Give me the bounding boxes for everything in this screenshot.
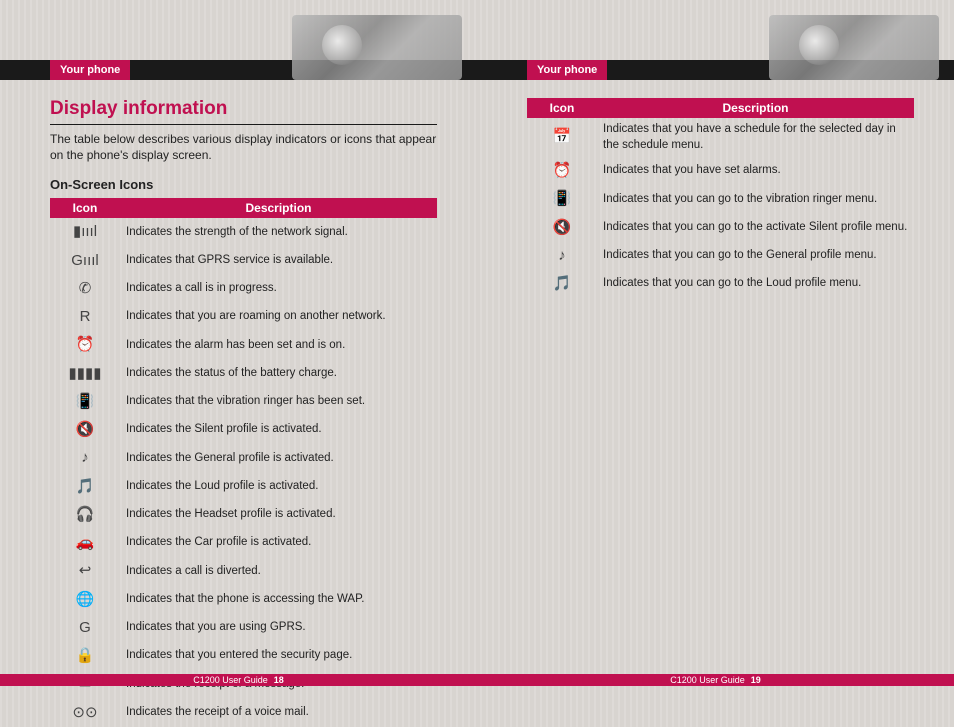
battery-icon: ▮▮▮▮ [50, 360, 120, 388]
silent-profile-menu-icon: 🔇 [527, 214, 597, 242]
col-header-icon: Icon [50, 198, 120, 218]
footer-guide: C1200 User Guide [670, 675, 745, 685]
loud-profile-icon: 🎵 [50, 473, 120, 501]
table-row: 📳Indicates that the vibration ringer has… [50, 388, 437, 416]
section-title: Display information [50, 98, 437, 120]
header-label: Your phone [527, 60, 607, 80]
silent-profile-icon: 🔇 [50, 416, 120, 444]
icon-description: Indicates that you are using GPRS. [120, 614, 437, 642]
header-label: Your phone [50, 60, 130, 80]
icon-description: Indicates that you are roaming on anothe… [120, 303, 437, 331]
signal-strength-icon: ▮ıııl [50, 218, 120, 246]
general-profile-icon: ♪ [50, 444, 120, 472]
headset-profile-icon: 🎧 [50, 501, 120, 529]
icon-description: Indicates that GPRS service is available… [120, 247, 437, 275]
table-row: 🔒Indicates that you entered the security… [50, 642, 437, 670]
call-in-progress-icon: ✆ [50, 275, 120, 303]
icon-description: Indicates the Car profile is activated. [120, 529, 437, 557]
table-row: GIndicates that you are using GPRS. [50, 614, 437, 642]
icon-description: Indicates that you can go to the Loud pr… [597, 270, 914, 298]
footer-band: C1200 User Guide 19 [477, 674, 954, 686]
gprs-signal-icon: Gıııl [50, 247, 120, 275]
icon-description: Indicates that you can go to the General… [597, 242, 914, 270]
icon-description: Indicates that you entered the security … [120, 642, 437, 670]
table-row: 📅Indicates that you have a schedule for … [527, 118, 914, 157]
decorative-phone-image [769, 15, 939, 80]
icon-description: Indicates a call is in progress. [120, 275, 437, 303]
icon-description: Indicates that you have a schedule for t… [597, 118, 914, 157]
icon-description: Indicates the Headset profile is activat… [120, 501, 437, 529]
table-row: ⏰Indicates the alarm has been set and is… [50, 331, 437, 359]
table-row: 🔇Indicates the Silent profile is activat… [50, 416, 437, 444]
alarm-set-icon: ⏰ [527, 157, 597, 185]
title-divider [50, 124, 437, 125]
table-row: 🌐Indicates that the phone is accessing t… [50, 586, 437, 614]
icon-description: Indicates that you can go to the activat… [597, 214, 914, 242]
icon-description: Indicates the General profile is activat… [120, 444, 437, 472]
footer-page-number: 18 [274, 675, 284, 685]
table-row: 📳Indicates that you can go to the vibrat… [527, 185, 914, 213]
icon-description: Indicates the status of the battery char… [120, 360, 437, 388]
security-page-icon: 🔒 [50, 642, 120, 670]
wap-access-icon: 🌐 [50, 586, 120, 614]
schedule-icon: 📅 [527, 118, 597, 157]
car-profile-icon: 🚗 [50, 529, 120, 557]
table-row: ▮ııılIndicates the strength of the netwo… [50, 218, 437, 246]
page-right: Your phone Icon Description 📅Indicates t… [477, 0, 954, 716]
table-row: ⊙⊙Indicates the receipt of a voice mail. [50, 699, 437, 727]
icon-description: Indicates the receipt of a voice mail. [120, 699, 437, 727]
page-left: Your phone Display information The table… [0, 0, 477, 716]
icon-description: Indicates that the vibration ringer has … [120, 388, 437, 416]
table-row: ✆Indicates a call is in progress. [50, 275, 437, 303]
table-row: GııılIndicates that GPRS service is avai… [50, 247, 437, 275]
call-diverted-icon: ↩ [50, 557, 120, 585]
table-row: ♪Indicates that you can go to the Genera… [527, 242, 914, 270]
icon-description: Indicates a call is diverted. [120, 557, 437, 585]
gprs-in-use-icon: G [50, 614, 120, 642]
table-row: 🚗Indicates the Car profile is activated. [50, 529, 437, 557]
icon-description: Indicates the alarm has been set and is … [120, 331, 437, 359]
table-row: ↩Indicates a call is diverted. [50, 557, 437, 585]
table-row: RIndicates that you are roaming on anoth… [50, 303, 437, 331]
general-profile-menu-icon: ♪ [527, 242, 597, 270]
table-row: ▮▮▮▮Indicates the status of the battery … [50, 360, 437, 388]
loud-profile-menu-icon: 🎵 [527, 270, 597, 298]
footer-page-number: 19 [751, 675, 761, 685]
vibration-ringer-menu-icon: 📳 [527, 185, 597, 213]
table-row: 🎵Indicates that you can go to the Loud p… [527, 270, 914, 298]
icon-table-right: Icon Description 📅Indicates that you hav… [527, 98, 914, 298]
col-header-description: Description [120, 198, 437, 218]
icon-description: Indicates that you can go to the vibrati… [597, 185, 914, 213]
subheading: On-Screen Icons [50, 177, 437, 192]
icon-description: Indicates that you have set alarms. [597, 157, 914, 185]
voicemail-icon: ⊙⊙ [50, 699, 120, 727]
icon-description: Indicates that the phone is accessing th… [120, 586, 437, 614]
icon-description: Indicates the Loud profile is activated. [120, 473, 437, 501]
footer-band: C1200 User Guide 18 [0, 674, 477, 686]
icon-description: Indicates the strength of the network si… [120, 218, 437, 246]
col-header-icon: Icon [527, 98, 597, 118]
footer-guide: C1200 User Guide [193, 675, 268, 685]
icon-description: Indicates the Silent profile is activate… [120, 416, 437, 444]
roaming-icon: R [50, 303, 120, 331]
icon-table-left: Icon Description ▮ııılIndicates the stre… [50, 198, 437, 727]
table-row: 🔇Indicates that you can go to the activa… [527, 214, 914, 242]
col-header-description: Description [597, 98, 914, 118]
table-row: ⏰Indicates that you have set alarms. [527, 157, 914, 185]
intro-text: The table below describes various displa… [50, 131, 437, 163]
vibration-ringer-icon: 📳 [50, 388, 120, 416]
alarm-on-icon: ⏰ [50, 331, 120, 359]
table-row: ♪Indicates the General profile is activa… [50, 444, 437, 472]
table-row: 🎧Indicates the Headset profile is activa… [50, 501, 437, 529]
decorative-phone-image [292, 15, 462, 80]
table-row: 🎵Indicates the Loud profile is activated… [50, 473, 437, 501]
